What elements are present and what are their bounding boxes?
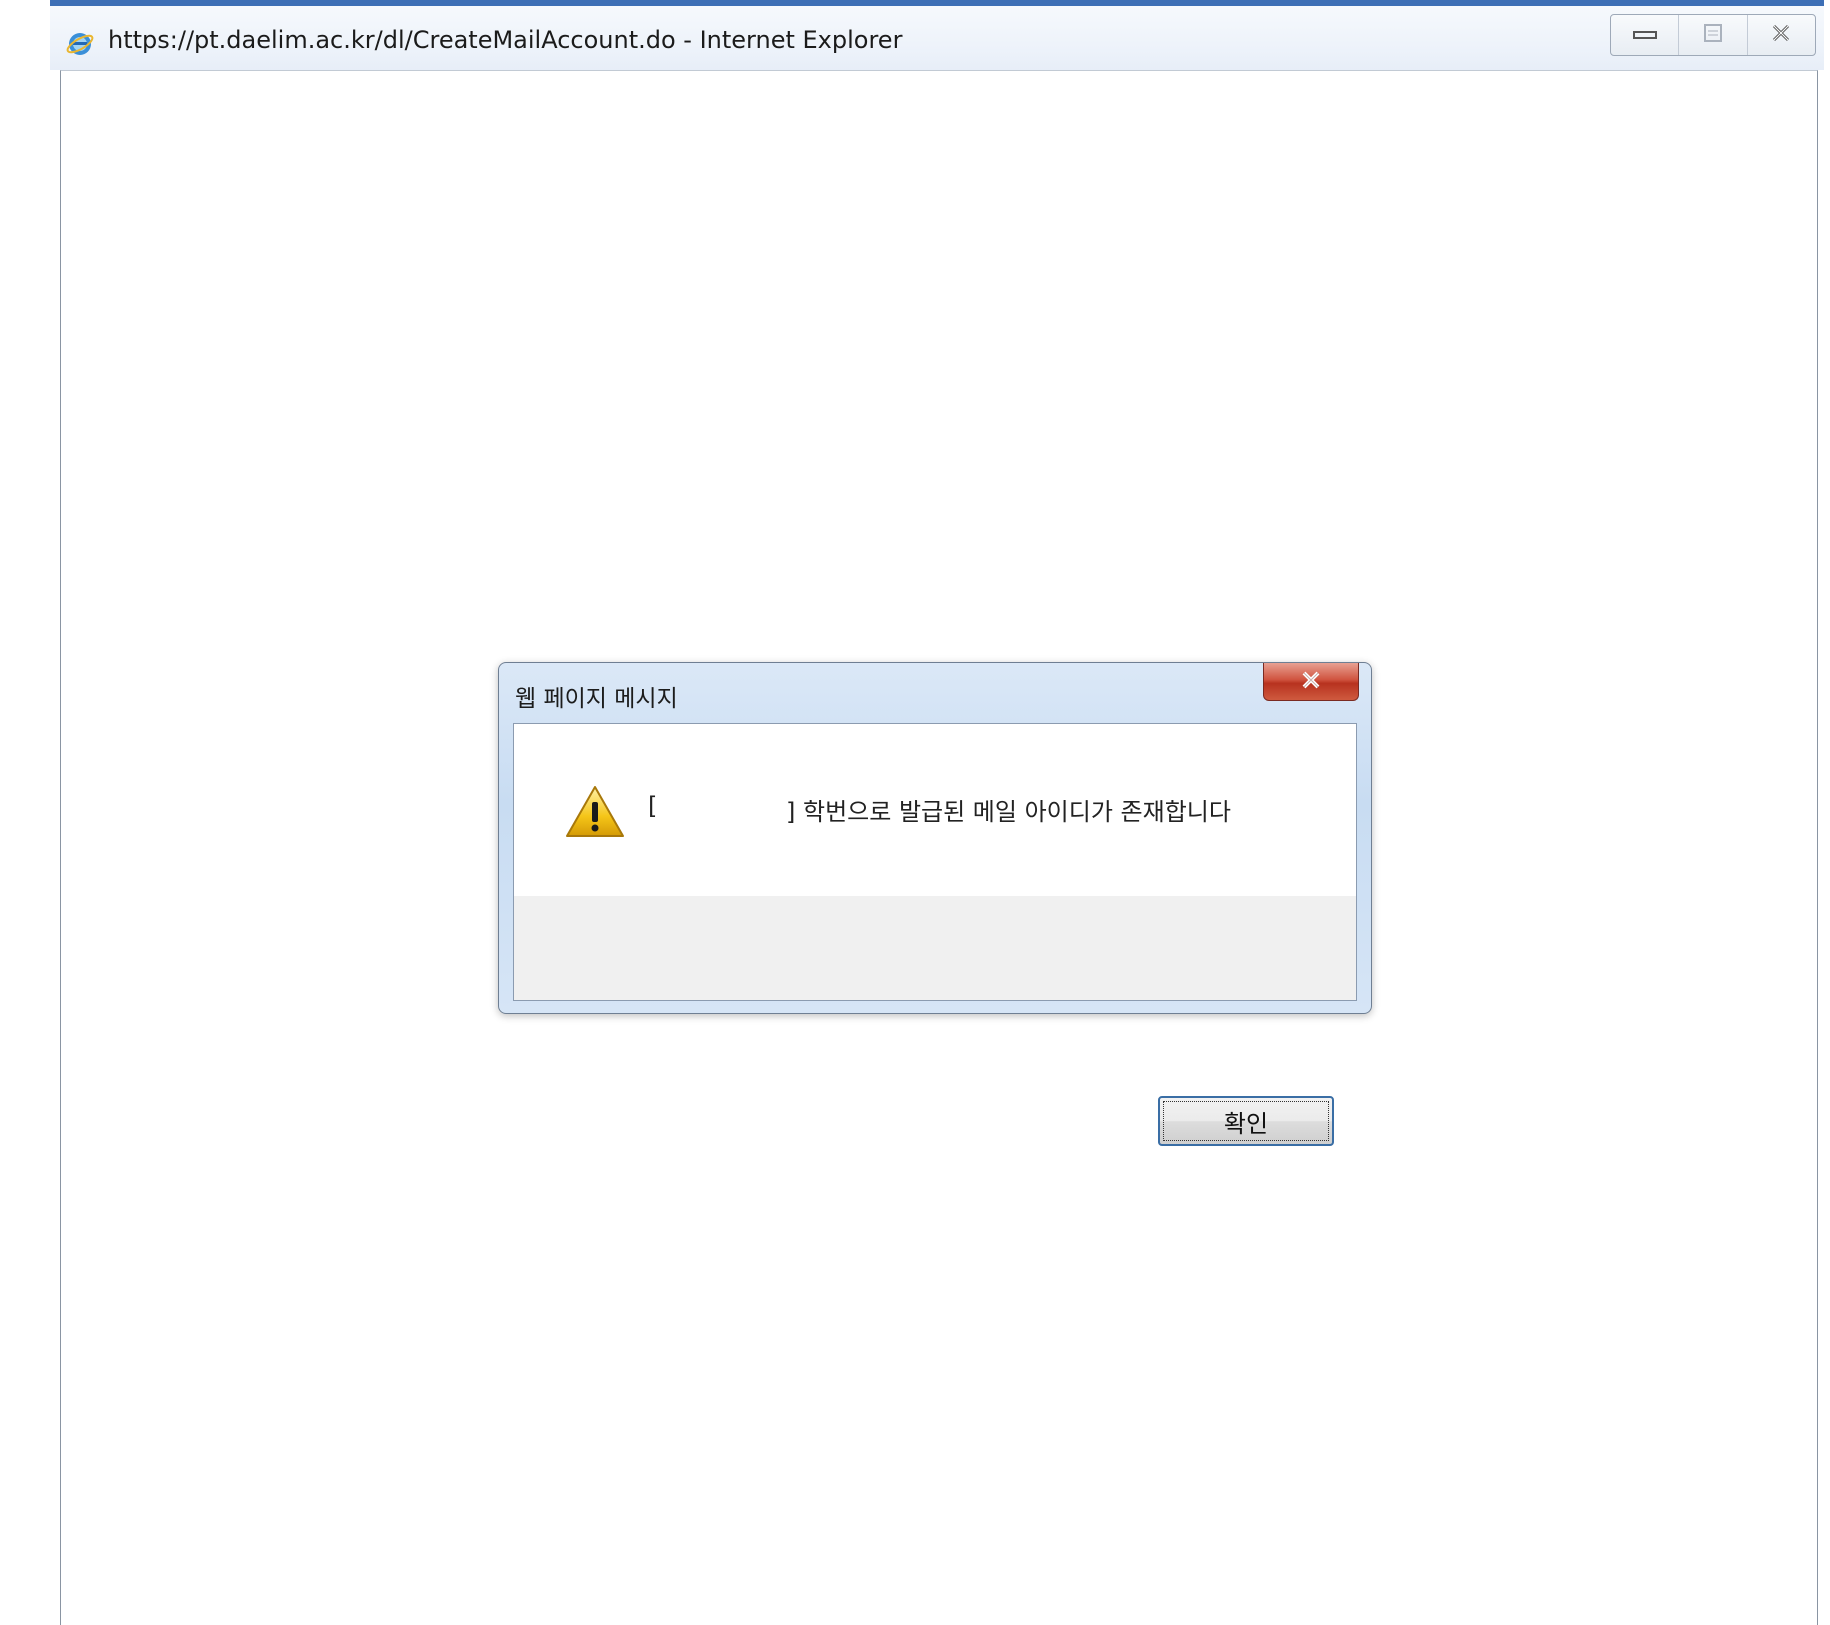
maximize-button[interactable]: [1679, 15, 1748, 55]
caption-buttons: [1610, 14, 1816, 56]
close-button[interactable]: [1748, 15, 1815, 55]
dialog-body: [ ] 학번으로 발급된 메일 아이디가 존재합니다 확인: [513, 723, 1357, 1146]
dialog-message-area: [ ] 학번으로 발급된 메일 아이디가 존재합니다: [514, 724, 1356, 896]
close-icon: [1770, 22, 1792, 48]
minimize-icon: [1632, 26, 1658, 45]
web-page-message-dialog: 웹 페이지 메시지 [] 학번으로 발급된 메일 아이디가 존재합니다 확인: [498, 662, 1372, 1146]
dialog-title: 웹 페이지 메시지: [515, 686, 678, 712]
dialog-close-button[interactable]: [1263, 663, 1359, 701]
warning-icon: [564, 784, 626, 840]
minimize-button[interactable]: [1611, 15, 1680, 55]
message-bracket: [: [648, 792, 658, 820]
dialog-footer: 확인: [514, 896, 1356, 1146]
dialog-message: ] 학번으로 발급된 메일 아이디가 존재합니다: [786, 798, 1231, 826]
close-icon: [1300, 670, 1322, 694]
ok-button-label: 확인: [1223, 1109, 1269, 1138]
ok-button[interactable]: 확인: [1158, 1096, 1334, 1146]
internet-explorer-icon: [66, 30, 94, 58]
maximize-icon: [1702, 22, 1724, 48]
window-title: https://pt.daelim.ac.kr/dl/CreateMailAcc…: [108, 26, 903, 54]
window-titlebar[interactable]: https://pt.daelim.ac.kr/dl/CreateMailAcc…: [50, 6, 1824, 70]
